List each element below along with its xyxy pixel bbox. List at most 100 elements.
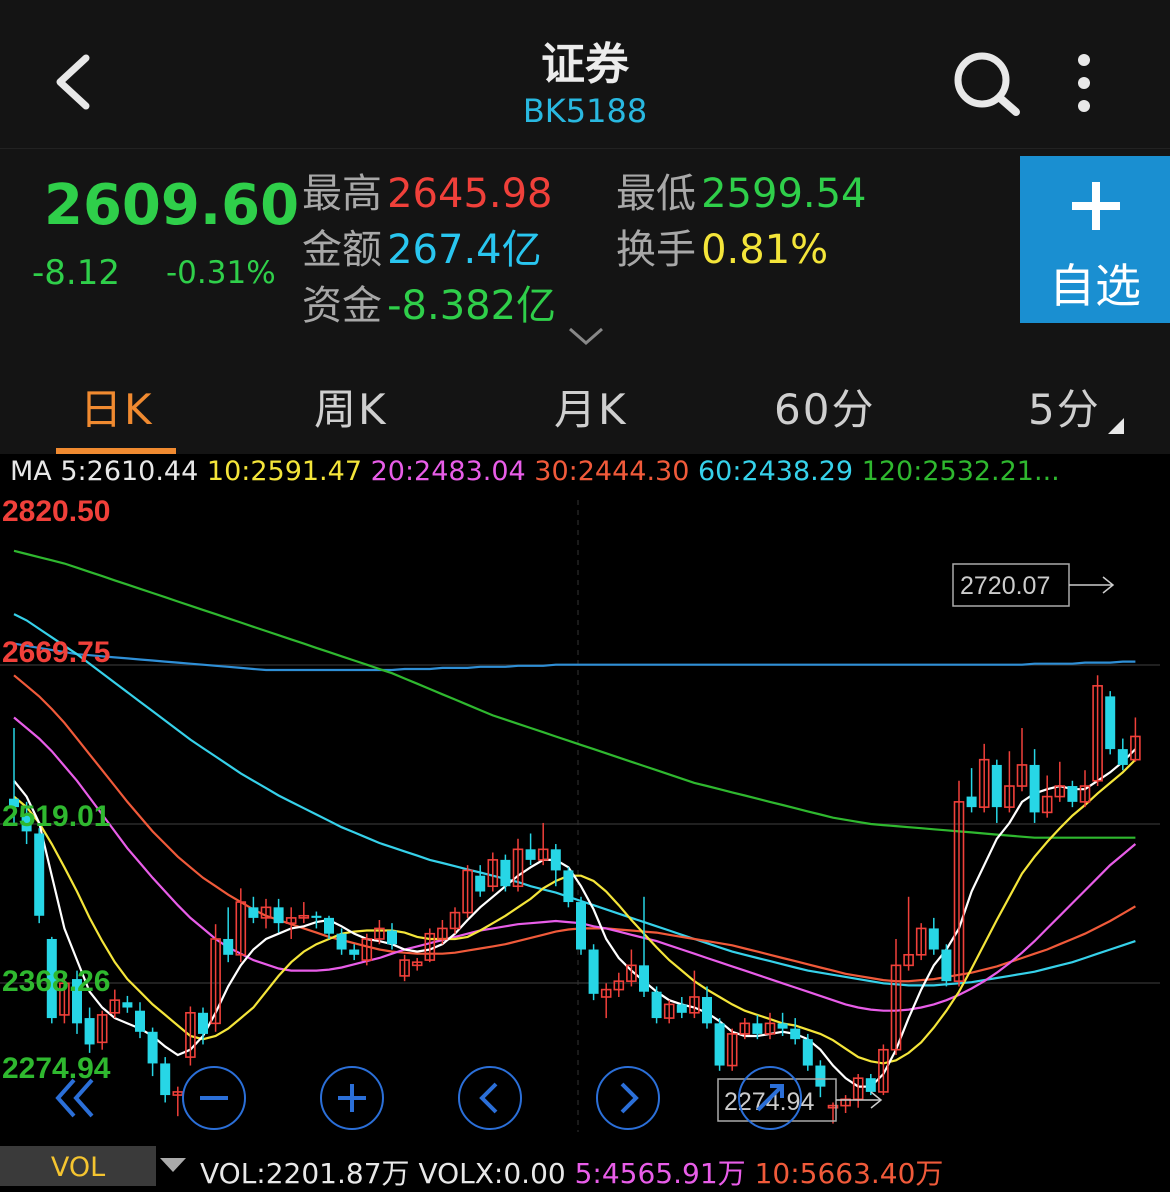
candle-body-down bbox=[550, 849, 561, 871]
tab-week-k[interactable]: 周K bbox=[314, 376, 388, 437]
fast-backward-icon[interactable] bbox=[54, 1076, 98, 1120]
candle-body-down bbox=[576, 902, 586, 950]
candle-body-down bbox=[135, 1010, 145, 1032]
vol-dropdown-icon[interactable] bbox=[160, 1158, 186, 1172]
fund-label: 资金 bbox=[302, 283, 382, 329]
expand-chevron-icon[interactable] bbox=[566, 325, 606, 347]
last-price: 2609.60 bbox=[44, 173, 300, 238]
ma60-value: 60:2438.29 bbox=[698, 456, 854, 487]
y-axis-label: 2820.50 bbox=[2, 495, 110, 528]
candle-body-down bbox=[273, 907, 284, 924]
vol-value: VOL:2201.87万 bbox=[200, 1157, 410, 1190]
ma120-value: 120:2532.21... bbox=[861, 456, 1060, 487]
chevron-left-icon bbox=[479, 1082, 498, 1114]
vol-ma10-value: 10:5663.40万 bbox=[754, 1157, 944, 1190]
candle-body-down bbox=[752, 1023, 763, 1034]
scroll-right-button[interactable] bbox=[596, 1066, 660, 1130]
turnover-value: 0.81% bbox=[701, 227, 829, 273]
chevron-right-icon bbox=[620, 1082, 639, 1114]
candle-body-down bbox=[34, 833, 45, 916]
quote-panel: 2609.60 -8.12 -0.31% 最高 2645.98 最低 2599.… bbox=[0, 148, 1170, 351]
vol-ma5-value: 5:4565.91万 bbox=[574, 1157, 746, 1190]
y-axis-labels: 2820.502669.752519.012368.262274.94 bbox=[2, 495, 111, 1085]
y-axis-label: 2368.26 bbox=[2, 965, 110, 998]
candle-body-down bbox=[991, 764, 1002, 808]
fund-stat: 资金 -8.382亿 bbox=[302, 273, 556, 331]
turnover-stat: 换手 0.81% bbox=[616, 217, 828, 275]
candle-body-down bbox=[588, 949, 599, 994]
ma250-line bbox=[13, 642, 1136, 672]
ma20-line bbox=[13, 716, 1137, 1012]
zoom-in-button[interactable] bbox=[320, 1066, 384, 1130]
high-value: 2645.98 bbox=[387, 171, 553, 217]
candle-body-down bbox=[777, 1023, 788, 1029]
candle-body-down bbox=[1067, 786, 1078, 802]
plus-icon bbox=[1072, 182, 1120, 230]
candle-body-down bbox=[198, 1012, 208, 1034]
fund-value: -8.382亿 bbox=[387, 283, 557, 329]
amount-value: 267.4亿 bbox=[387, 227, 542, 273]
candle-body-down bbox=[563, 870, 574, 903]
candle-body-down bbox=[336, 933, 347, 950]
period-tabs: 日K 周K 月K 60分 5分 bbox=[0, 350, 1170, 454]
ma-lines bbox=[13, 549, 1137, 1088]
fullscreen-button[interactable] bbox=[738, 1066, 802, 1130]
vol-tab-label: VOL bbox=[50, 1152, 106, 1183]
candle-body-down bbox=[349, 949, 360, 955]
high-marker-text: 2720.07 bbox=[960, 572, 1050, 600]
kline-chart[interactable]: 2820.502669.752519.012368.262274.94 2720… bbox=[0, 492, 1170, 1142]
expand-icon bbox=[756, 1084, 784, 1112]
vol-values: VOL:2201.87万 VOLX:0.00 5:4565.91万 10:566… bbox=[200, 1152, 943, 1192]
tab-5min[interactable]: 5分 bbox=[1028, 376, 1101, 437]
y-axis-label: 2519.01 bbox=[2, 800, 110, 833]
search-icon[interactable] bbox=[952, 50, 1022, 116]
volx-value: VOLX:0.00 bbox=[418, 1157, 566, 1190]
add-favorite-label: 自选 bbox=[1049, 259, 1141, 313]
candle-body-down bbox=[651, 991, 662, 1019]
candle-body-down bbox=[1105, 696, 1116, 750]
candle-body-down bbox=[815, 1065, 826, 1087]
more-icon[interactable] bbox=[1072, 52, 1096, 114]
scroll-left-button[interactable] bbox=[458, 1066, 522, 1130]
vol-tab[interactable]: VOL bbox=[0, 1146, 156, 1186]
low-stat: 最低 2599.54 bbox=[616, 161, 867, 219]
candle-body-down bbox=[676, 1004, 687, 1013]
ma30-value: 30:2444.30 bbox=[534, 456, 690, 487]
candle-body-down bbox=[223, 938, 234, 955]
high-stat: 最高 2645.98 bbox=[302, 161, 553, 219]
ma30-line bbox=[13, 674, 1136, 983]
tab-60min[interactable]: 60分 bbox=[774, 376, 875, 437]
ma5-value: 5:2610.44 bbox=[60, 456, 199, 487]
candle-body-down bbox=[311, 915, 322, 918]
amount-stat: 金额 267.4亿 bbox=[302, 217, 542, 275]
candle-body-down bbox=[500, 859, 511, 887]
volume-indicator-bar: VOL VOL:2201.87万 VOLX:0.00 5:4565.91万 10… bbox=[0, 1144, 1170, 1190]
candle-body-down bbox=[928, 928, 939, 950]
candle-body-down bbox=[147, 1031, 158, 1064]
tab-month-k[interactable]: 月K bbox=[554, 376, 628, 437]
candle-body-down bbox=[1029, 764, 1040, 813]
candle-body-down bbox=[84, 1018, 95, 1045]
tab-day-k[interactable]: 日K bbox=[80, 376, 154, 437]
plus-icon bbox=[338, 1084, 366, 1112]
turnover-label: 换手 bbox=[616, 227, 696, 273]
candle-body-down bbox=[160, 1063, 171, 1096]
candle-body-down bbox=[702, 996, 712, 1024]
low-label: 最低 bbox=[616, 171, 696, 217]
ma10-value: 10:2591.47 bbox=[206, 456, 362, 487]
candle-body-down bbox=[387, 930, 397, 945]
dropdown-corner-icon bbox=[1108, 418, 1124, 434]
low-value: 2599.54 bbox=[701, 171, 867, 217]
ma-legend: MA 5:2610.44 10:2591.47 20:2483.04 30:24… bbox=[10, 456, 1060, 487]
zoom-out-button[interactable] bbox=[182, 1066, 246, 1130]
minus-icon bbox=[200, 1096, 228, 1100]
candle-body-down bbox=[324, 917, 334, 934]
candle-body-down bbox=[122, 1002, 133, 1008]
price-change: -8.12 bbox=[32, 253, 120, 293]
add-favorite-button[interactable]: 自选 bbox=[1020, 156, 1170, 323]
candle-body-down bbox=[248, 907, 259, 918]
price-change-percent: -0.31% bbox=[166, 255, 276, 291]
candle-body-down bbox=[714, 1023, 725, 1066]
ma-prefix: MA bbox=[10, 456, 52, 487]
candle-body-down bbox=[802, 1039, 813, 1066]
